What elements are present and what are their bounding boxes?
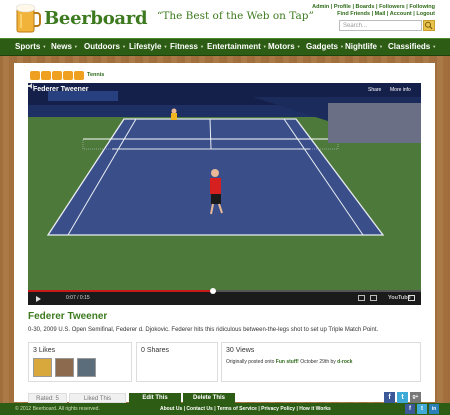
search-icon	[425, 21, 433, 30]
post-title[interactable]: Federer Tweener	[28, 311, 107, 322]
likes-count: 3 Likes	[33, 347, 56, 354]
video-player[interactable]: Federer Tweener Share More info 0:07 / 0…	[28, 83, 421, 305]
footer-links: About Us | Contact Us | Terms of Service…	[160, 406, 331, 412]
category-link[interactable]: Tennis	[87, 72, 104, 78]
nav-item-sports[interactable]: Sports ▼	[15, 42, 46, 51]
nav-item-classifieds[interactable]: Classifieds ▼	[388, 42, 436, 51]
nav-item-outdoors[interactable]: Outdoors ▼	[84, 42, 126, 51]
site-logo[interactable]: Beerboard	[44, 8, 148, 29]
chevron-down-icon: ▼	[432, 44, 437, 50]
chevron-down-icon: ▼	[262, 44, 267, 50]
posted-middle: October 29th by	[298, 359, 338, 365]
nav-item-gadgets[interactable]: Gadgets ▼	[306, 42, 344, 51]
nav-item-label: News	[51, 42, 72, 51]
nav-item-label: Outdoors	[84, 42, 120, 51]
nav-item-fitness[interactable]: Fitness ▼	[170, 42, 204, 51]
delete-button[interactable]: Delete This	[183, 393, 235, 403]
account-links[interactable]: Admin | Profile | Boards | Followers | F…	[312, 4, 435, 10]
search-button[interactable]	[423, 20, 435, 31]
nav-item-entertainment[interactable]: Entertainment ▼	[207, 42, 267, 51]
user-link[interactable]: d-rock	[337, 359, 352, 365]
avatar[interactable]	[77, 358, 96, 377]
twitter-icon[interactable]: t	[417, 404, 427, 414]
chevron-down-icon: ▼	[73, 44, 78, 50]
twitter-share-icon[interactable]: t	[397, 392, 408, 403]
footer-link[interactable]: About Us	[160, 406, 182, 412]
footer-link[interactable]: How it Works	[299, 406, 331, 412]
progress-fill	[28, 290, 213, 292]
progress-handle[interactable]	[209, 288, 216, 294]
nav-item-label: Nightlife	[345, 42, 377, 51]
site-header: Beerboard “The Best of the Web on Tap” A…	[0, 0, 450, 38]
nav-item-label: Gadgets	[306, 42, 339, 51]
play-icon[interactable]	[36, 296, 41, 302]
fullscreen-icon[interactable]	[408, 295, 415, 301]
avatar[interactable]	[33, 358, 52, 377]
chevron-down-icon: ▼	[340, 44, 344, 50]
linkedin-icon[interactable]: in	[429, 404, 439, 414]
posted-info: Originally posted onto Fun stuff! Octobe…	[226, 359, 352, 365]
footer-link[interactable]: Contact Us	[186, 406, 212, 412]
post-card: Tennis Federer Tweener Share More info 0…	[14, 63, 435, 403]
facebook-icon[interactable]: f	[405, 404, 415, 414]
beer-mug-logo-icon[interactable]	[15, 3, 41, 34]
volume-icon[interactable]	[28, 83, 35, 89]
copyright: © 2012 Beerboard. All rights reserved.	[15, 406, 100, 412]
site-footer: © 2012 Beerboard. All rights reserved. A…	[0, 403, 450, 415]
views-count: 30 Views	[226, 347, 255, 354]
likes-panel: 3 Likes	[28, 342, 132, 382]
nav-item-news[interactable]: News ▼	[51, 42, 78, 51]
board-link[interactable]: Fun stuff!	[276, 359, 299, 365]
footer-link[interactable]: Privacy Policy	[261, 406, 295, 412]
beer-mug-rating-icon[interactable]	[52, 71, 62, 80]
chevron-down-icon: ▼	[42, 44, 47, 50]
post-description: 0-30, 2009 U.S. Open Semifinal, Federer …	[28, 327, 379, 333]
rated-button[interactable]: Rated: 5	[28, 393, 67, 403]
beer-mug-rating-icon[interactable]	[41, 71, 51, 80]
settings-icon[interactable]	[358, 295, 365, 301]
chevron-down-icon: ▼	[163, 44, 168, 50]
chevron-down-icon: ▼	[122, 44, 126, 50]
video-more-info-button[interactable]: More info	[390, 87, 411, 93]
video-time: 0:07 / 0:15	[66, 295, 90, 301]
avatar[interactable]	[55, 358, 74, 377]
chevron-down-icon: ▼	[379, 44, 383, 50]
beer-mug-rating-icon[interactable]	[74, 71, 84, 80]
google-plus-share-icon[interactable]: g+	[410, 392, 421, 403]
nav-item-label: Entertainment	[207, 42, 261, 51]
beer-mug-rating-icon[interactable]	[30, 71, 40, 80]
nav-item-nightlife[interactable]: Nightlife ▼	[345, 42, 383, 51]
chevron-down-icon: ▼	[296, 44, 301, 50]
posted-prefix: Originally posted onto	[226, 359, 276, 365]
main-nav: Sports ▼ News ▼ Outdoors ▼ Lifestyle ▼ Fitness ▼ E…	[0, 38, 450, 56]
video-share-button[interactable]: Share	[368, 87, 381, 93]
edit-button[interactable]: Edit This	[129, 393, 181, 403]
facebook-share-icon[interactable]: f	[384, 392, 395, 403]
social-links[interactable]: Find Friends | Mail | Account | Logout	[337, 11, 435, 17]
captions-icon[interactable]	[370, 295, 377, 301]
video-title[interactable]: Federer Tweener	[33, 86, 89, 93]
beer-mug-rating-icon[interactable]	[63, 71, 73, 80]
site-tagline: “The Best of the Web on Tap”	[157, 10, 314, 22]
nav-item-motors[interactable]: Motors ▼	[268, 42, 301, 51]
liked-button[interactable]: Liked This	[69, 393, 126, 403]
shares-count: 0 Shares	[141, 347, 170, 354]
nav-item-lifestyle[interactable]: Lifestyle ▼	[129, 42, 167, 51]
views-panel: 30 Views Originally posted onto Fun stuf…	[221, 342, 421, 382]
nav-item-label: Lifestyle	[129, 42, 162, 51]
chevron-down-icon: ▼	[200, 44, 204, 50]
video-frame-image	[28, 83, 421, 290]
nav-item-label: Sports	[15, 42, 41, 51]
shares-panel: 0 Shares	[136, 342, 218, 382]
search-input[interactable]: Search...	[339, 20, 422, 31]
nav-item-label: Fitness	[170, 42, 199, 51]
footer-link[interactable]: Terms of Service	[217, 406, 257, 412]
nav-item-label: Classifieds	[388, 42, 431, 51]
nav-item-label: Motors	[268, 42, 295, 51]
